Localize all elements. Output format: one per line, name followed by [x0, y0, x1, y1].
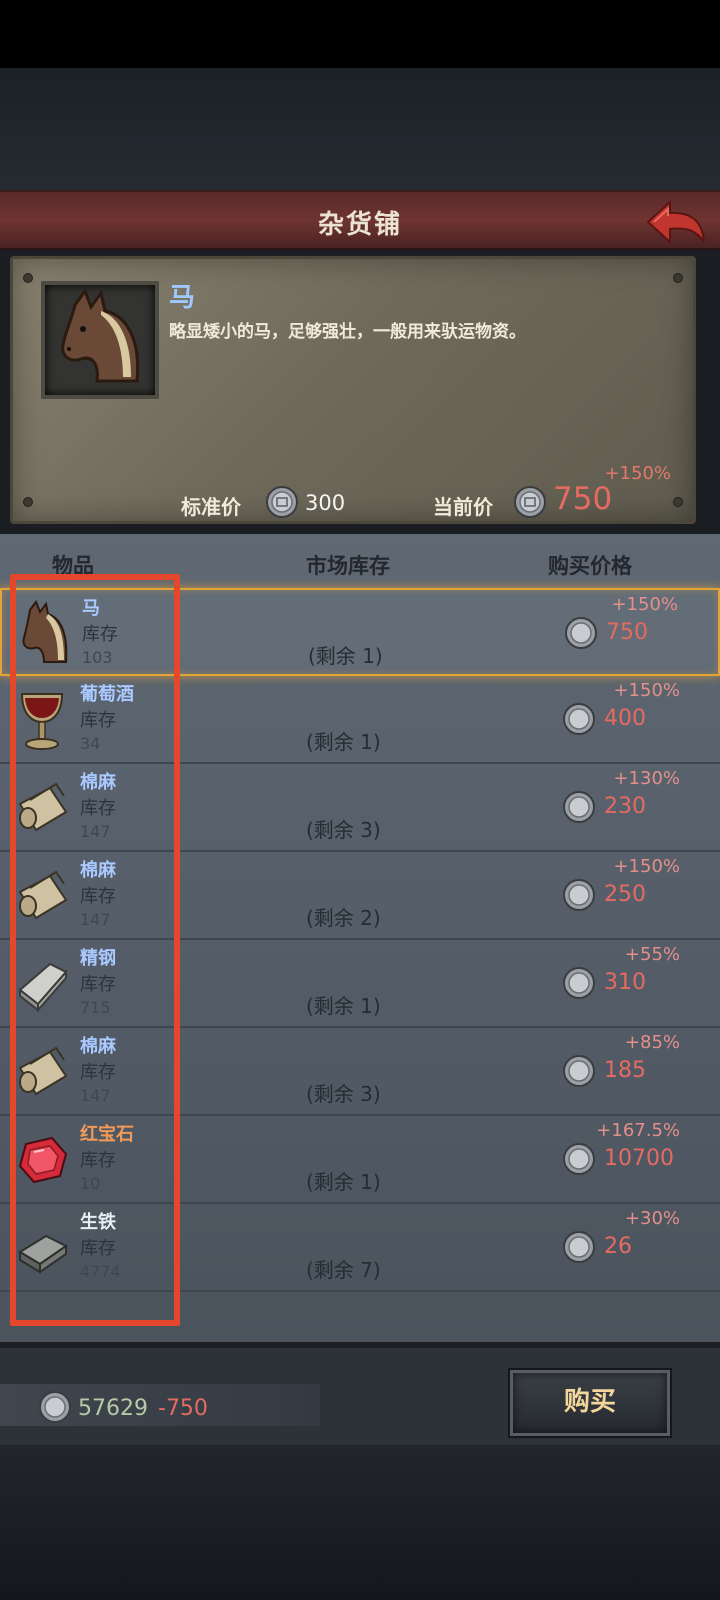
- bottom-bar: 57629 -750 购买: [0, 1342, 720, 1445]
- item-detail-panel: 马 略显矮小的马，足够强壮，一般用来驮运物资。 +150% 标准价 300 当前…: [10, 256, 696, 524]
- back-button[interactable]: [644, 198, 708, 246]
- item-portrait: [41, 281, 159, 399]
- buy-price: 10700: [604, 1146, 674, 1171]
- wallet-balance: 57629: [78, 1396, 148, 1421]
- price-percent: +167.5%: [596, 1120, 680, 1141]
- annotation-highlight-box: [10, 574, 180, 1326]
- rivet: [673, 497, 683, 507]
- silver-coin-icon: [562, 878, 596, 916]
- buy-price: 750: [606, 620, 648, 645]
- buy-price: 230: [604, 794, 646, 819]
- price-percent: +150%: [611, 594, 678, 615]
- item-name: 马: [169, 283, 196, 313]
- market-remaining: (剩余 3): [306, 1082, 381, 1106]
- price-percent: +130%: [613, 768, 680, 789]
- column-header-price: 购买价格: [548, 554, 632, 578]
- market-remaining: (剩余 7): [306, 1258, 381, 1282]
- price-percent: +85%: [624, 1032, 680, 1053]
- background-top: [0, 68, 720, 190]
- item-description: 略显矮小的马，足够强壮，一般用来驮运物资。: [169, 322, 526, 342]
- page-title: 杂货铺: [317, 210, 402, 240]
- market-remaining: (剩余 1): [306, 730, 381, 754]
- horse-icon: [61, 287, 140, 383]
- standard-price-label: 标准价: [181, 495, 241, 519]
- silver-coin-icon: [38, 1390, 72, 1428]
- market-remaining: (剩余 1): [306, 994, 381, 1018]
- standard-price: 300: [305, 491, 346, 515]
- buy-price: 310: [604, 970, 646, 995]
- silver-coin-icon: [562, 1142, 596, 1180]
- silver-coin-icon: [562, 966, 596, 1004]
- column-header-stock: 市场库存: [306, 554, 390, 578]
- market-remaining: (剩余 2): [306, 906, 381, 930]
- silver-coin-icon: [562, 1054, 596, 1092]
- price-percent: +150%: [613, 680, 680, 701]
- price-percent: +150%: [613, 856, 680, 877]
- silver-coin-icon: [562, 702, 596, 740]
- silver-coin-icon: [265, 485, 299, 523]
- buy-price: 400: [604, 706, 646, 731]
- price-percent: +55%: [624, 944, 680, 965]
- rivet: [23, 497, 33, 507]
- silver-coin-icon: [564, 616, 598, 654]
- silver-coin-icon: [562, 1230, 596, 1268]
- price-percent: +30%: [624, 1208, 680, 1229]
- buy-button[interactable]: 购买: [510, 1370, 670, 1436]
- background-bottom: [0, 1445, 720, 1600]
- rivet: [673, 273, 683, 283]
- back-arrow-icon: [646, 199, 705, 245]
- status-bar: [0, 0, 720, 68]
- current-price: 750: [553, 481, 613, 517]
- market-remaining: (剩余 1): [308, 644, 383, 668]
- market-remaining: (剩余 3): [306, 818, 381, 842]
- silver-coin-icon: [562, 790, 596, 828]
- market-remaining: (剩余 1): [306, 1170, 381, 1194]
- rivet: [23, 273, 33, 283]
- title-bar: 杂货铺: [0, 190, 720, 250]
- price-percent: +150%: [604, 463, 671, 484]
- wallet-delta: -750: [158, 1396, 208, 1421]
- current-price-label: 当前价: [433, 495, 493, 519]
- buy-price: 26: [604, 1234, 632, 1259]
- buy-price: 185: [604, 1058, 646, 1083]
- silver-coin-icon: [513, 485, 547, 523]
- buy-price: 250: [604, 882, 646, 907]
